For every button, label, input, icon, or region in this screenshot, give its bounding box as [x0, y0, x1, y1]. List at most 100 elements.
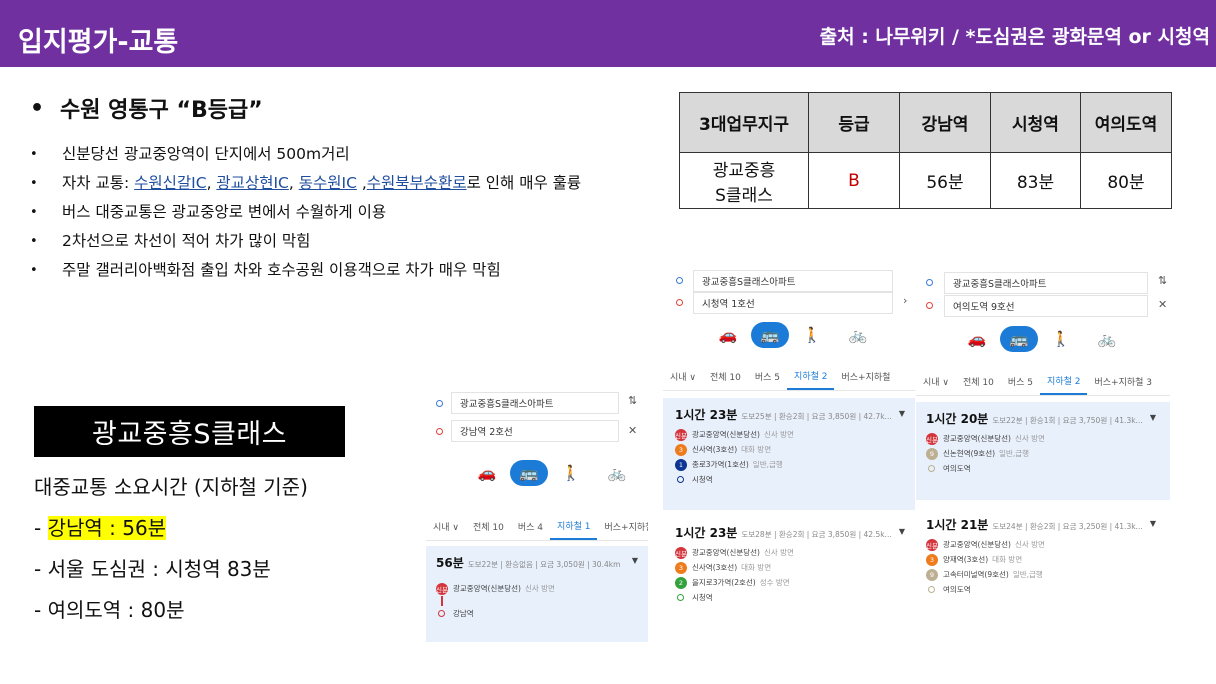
stop-name: 신사역(3호선): [692, 445, 738, 454]
tab-city[interactable]: 시내 ∨: [663, 362, 703, 390]
swap-icon[interactable]: ⇅: [628, 394, 637, 407]
stop-name: 강남역: [453, 609, 474, 618]
tab-bus-subway[interactable]: 버스+지하철 3: [1087, 367, 1159, 395]
car-prefix: 자차 교통:: [62, 174, 135, 192]
header-bar: 입지평가-교통 출처 : 나무위키 / *도심권은 광화문역 or 시청역: [0, 0, 1216, 67]
table-cell-name: 광교중흥 S클래스: [679, 152, 809, 209]
transit-mode-icon[interactable]: 🚌: [510, 460, 548, 486]
tab-all[interactable]: 전체 10: [956, 367, 1001, 395]
origin-input[interactable]: 광교중흥S클래스아파트: [451, 392, 619, 414]
tab-all[interactable]: 전체 10: [466, 512, 511, 540]
dash: -: [34, 598, 48, 622]
route-duration: 1시간 20분: [926, 412, 989, 426]
table-cell-gangnam: 56분: [899, 152, 991, 209]
car-mode-icon[interactable]: 🚗: [705, 322, 751, 348]
transit-mode-icon[interactable]: 🚌: [1000, 326, 1038, 352]
route-meta: 도보25분 | 환승2회 | 요금 3,850원 | 42.7k...: [741, 412, 892, 421]
tab-bus-subway[interactable]: 버스+지하철: [834, 362, 897, 390]
line-segment: [441, 596, 443, 606]
route-duration: 1시간 23분: [675, 526, 738, 540]
swap-icon[interactable]: ⇅: [1158, 274, 1167, 287]
tab-subway[interactable]: 지하철 1: [550, 512, 598, 540]
tab-city[interactable]: 시내 ∨: [426, 512, 466, 540]
transit-yeouido: - 여의도역 : 80분: [34, 590, 308, 631]
table-cell-yeouido: 80분: [1080, 152, 1172, 209]
destination-input[interactable]: 시청역 1호선: [693, 292, 893, 314]
tab-bus[interactable]: 버스 5: [1001, 367, 1040, 395]
stop-name: 광교중앙역(신분당선): [692, 548, 760, 557]
main-bullet-text: 수원 영통구 “B등급”: [60, 98, 263, 123]
table-cell-grade: B: [808, 152, 900, 209]
route-stop: 1 종로3가역(1호선) 일반,급행: [675, 457, 903, 472]
link-suwon-singal-ic[interactable]: 수원신갈IC: [134, 174, 206, 192]
route-stop: 3 양재역(3호선) 대화 방면: [926, 552, 1160, 567]
transit-heading: 대중교통 소요시간 (지하철 기준): [34, 475, 308, 499]
bike-mode-icon[interactable]: 🚲: [594, 460, 640, 486]
walk-mode-icon[interactable]: 🚶: [1038, 326, 1084, 352]
main-bullet: • 수원 영통구 “B등급”: [30, 92, 650, 124]
route-time: 56분 도보22분 | 환승없음 | 요금 3,050원 | 30.4km: [436, 554, 638, 571]
route-stop: 신분 광교중앙역(신분당선) 신사 방면: [926, 537, 1160, 552]
tab-bus-subway[interactable]: 버스+지하철 5: [597, 512, 648, 540]
tab-all[interactable]: 전체 10: [703, 362, 748, 390]
table-header: 3대업무지구: [679, 92, 809, 153]
route-type-tabs: 시내 ∨ 전체 10 버스 4 지하철 1 버스+지하철 5: [426, 512, 648, 541]
stop-name: 여의도역: [943, 585, 971, 594]
stop-name: 양재역(3호선): [943, 555, 989, 564]
tab-subway[interactable]: 지하철 2: [1040, 367, 1088, 395]
destination-input[interactable]: 여의도역 9호선: [944, 295, 1148, 317]
close-icon[interactable]: ✕: [1158, 298, 1167, 311]
chevron-right-icon[interactable]: ›: [903, 294, 907, 307]
route-option[interactable]: 1시간 20분 도보22분 | 환승1회 | 요금 3,750원 | 41.3k.…: [916, 402, 1170, 500]
origin-input[interactable]: 광교중흥S클래스아파트: [944, 272, 1148, 294]
route-option[interactable]: 1시간 23분 도보25분 | 환승2회 | 요금 3,850원 | 42.7k.…: [663, 398, 915, 510]
route-stop: 3 신사역(3호선) 대화 방면: [675, 560, 903, 575]
line-badge: 신분: [675, 546, 687, 559]
stop-name: 광교중앙역(신분당선): [943, 434, 1011, 443]
list-item: • 버스 대중교통은 광교중앙로 변에서 수월하게 이용: [30, 198, 650, 227]
expand-caret-icon[interactable]: ▼: [1150, 413, 1156, 422]
stop-name: 광교중앙역(신분당선): [453, 584, 521, 593]
bullet-text: 버스 대중교통은 광교중앙로 변에서 수월하게 이용: [62, 203, 387, 221]
route-option[interactable]: 1시간 23분 도보28분 | 환승2회 | 요금 3,850원 | 42.5k.…: [663, 516, 915, 626]
route-type-tabs: 시내 ∨ 전체 10 버스 5 지하철 2 버스+지하철: [663, 362, 915, 391]
bike-mode-icon[interactable]: 🚲: [1084, 326, 1130, 352]
link-suwon-bukbu-ring-road[interactable]: 수원북부순환로: [367, 174, 467, 192]
car-bullet-text: 자차 교통: 수원신갈IC, 광교상현IC, 동수원IC ,수원북부순환로로 인…: [62, 169, 650, 198]
expand-caret-icon[interactable]: ▼: [1150, 519, 1156, 528]
end-marker-icon: [438, 610, 445, 617]
tab-city[interactable]: 시내 ∨: [916, 367, 956, 395]
origin-input[interactable]: 광교중흥S클래스아파트: [693, 270, 893, 292]
dash: -: [34, 516, 48, 540]
tab-bus[interactable]: 버스 5: [748, 362, 787, 390]
destination-input[interactable]: 강남역 2호선: [451, 420, 619, 442]
car-mode-icon[interactable]: 🚗: [954, 326, 1000, 352]
route-option[interactable]: 1시간 21분 도보24분 | 환승2회 | 요금 3,250원 | 41.3k.…: [916, 508, 1170, 614]
stop-note: 신사 방면: [763, 430, 794, 439]
bullet-text: 주말 갤러리아백화점 출입 차와 호수공원 이용객으로 차가 매우 막힘: [62, 261, 501, 279]
stop-note: 일반,급행: [1012, 570, 1043, 579]
expand-caret-icon[interactable]: ▼: [899, 527, 905, 536]
line-badge: 3: [926, 553, 938, 566]
stop-name: 광교중앙역(신분당선): [943, 540, 1011, 549]
tab-subway[interactable]: 지하철 2: [787, 362, 835, 390]
expand-caret-icon[interactable]: ▼: [899, 409, 905, 418]
line-badge: 9: [926, 447, 938, 460]
destination-marker-icon: [436, 428, 443, 435]
transit-mode-icon[interactable]: 🚌: [751, 322, 789, 348]
tab-bus[interactable]: 버스 4: [511, 512, 550, 540]
link-gwanggyo-sanghyeon-ic[interactable]: 광교상현IC: [216, 174, 288, 192]
route-duration: 56분: [436, 556, 464, 570]
link-dongsuwon-ic[interactable]: 동수원IC: [299, 174, 357, 192]
stop-name: 시청역: [692, 593, 713, 602]
car-mode-icon[interactable]: 🚗: [464, 460, 510, 486]
bike-mode-icon[interactable]: 🚲: [835, 322, 881, 348]
walk-mode-icon[interactable]: 🚶: [789, 322, 835, 348]
close-icon[interactable]: ✕: [628, 424, 637, 437]
walk-mode-icon[interactable]: 🚶: [548, 460, 594, 486]
route-option[interactable]: 56분 도보22분 | 환승없음 | 요금 3,050원 | 30.4km ▼ 신…: [426, 546, 648, 642]
expand-caret-icon[interactable]: ▼: [632, 556, 638, 565]
stop-note: 신사 방면: [763, 548, 794, 557]
stop-note: 일반,급행: [999, 449, 1030, 458]
line-badge: 9: [926, 568, 938, 581]
